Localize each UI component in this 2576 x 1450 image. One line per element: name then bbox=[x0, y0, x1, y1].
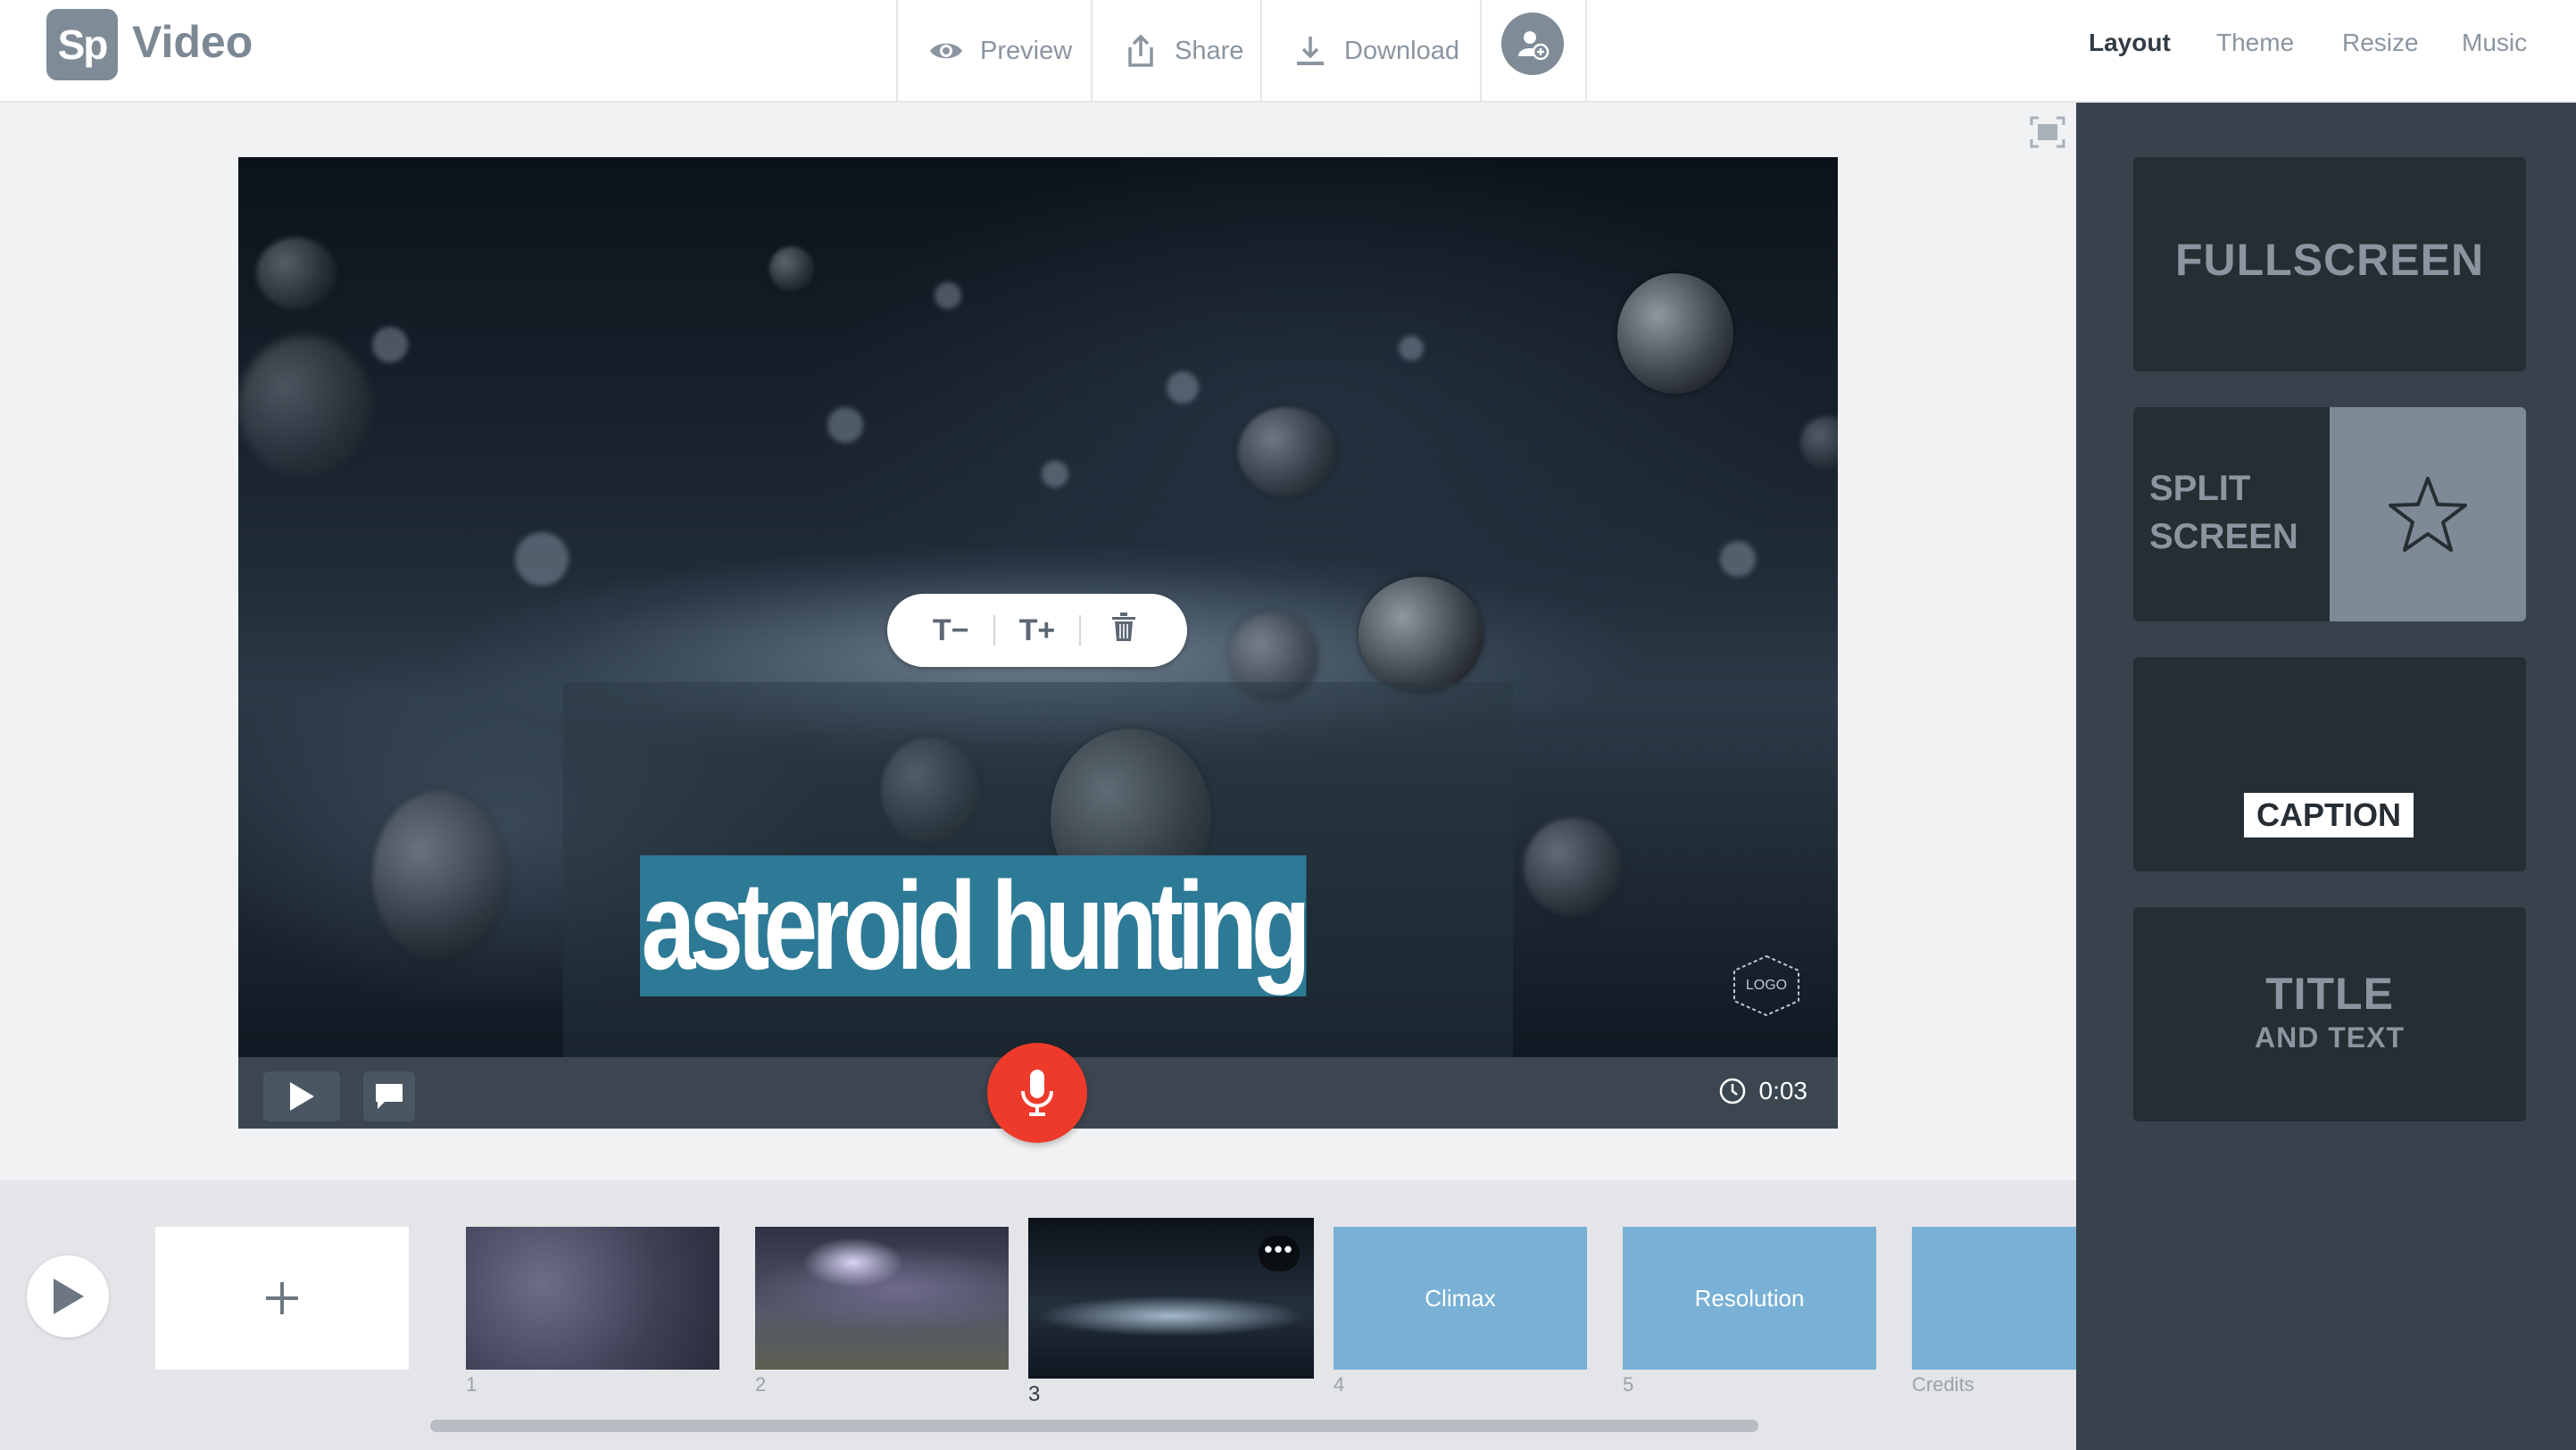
tab-resize[interactable]: Resize bbox=[2342, 29, 2419, 57]
caption-text[interactable]: asteroid hunting bbox=[640, 855, 1311, 996]
asteroid bbox=[1238, 407, 1336, 496]
slide-number: 5 bbox=[1623, 1373, 1634, 1396]
share-icon bbox=[1128, 34, 1153, 67]
decrease-text-size-button[interactable]: T− bbox=[919, 613, 982, 648]
dust-particle bbox=[1720, 541, 1756, 577]
plus-icon bbox=[266, 1282, 298, 1314]
trash-icon bbox=[1111, 612, 1135, 641]
asteroid bbox=[769, 246, 814, 291]
layout-fullscreen[interactable]: FULLSCREEN bbox=[2133, 157, 2526, 371]
slide-number: 2 bbox=[755, 1373, 767, 1396]
logo-watermark: LOGO bbox=[1731, 954, 1802, 1017]
slide-number: 4 bbox=[1334, 1373, 1345, 1396]
layout-caption-label: CAPTION bbox=[2244, 793, 2414, 838]
play-icon bbox=[54, 1279, 84, 1314]
text-format-toolbar: T− T+ bbox=[887, 594, 1187, 667]
share-button[interactable]: Share bbox=[1091, 0, 1260, 102]
slide-thumbnail-1[interactable] bbox=[466, 1227, 719, 1370]
increase-text-size-button[interactable]: T+ bbox=[1006, 613, 1068, 648]
asteroid bbox=[256, 238, 337, 309]
layout-title-label: TITLE bbox=[2265, 969, 2394, 1019]
slide-thumbnail-3-selected[interactable]: ••• bbox=[1028, 1218, 1314, 1379]
duration-text: 0:03 bbox=[1758, 1077, 1808, 1104]
split-image-half bbox=[2330, 407, 2526, 621]
asteroid bbox=[1359, 577, 1483, 693]
spark-logo: Sp bbox=[46, 9, 118, 80]
play-all-button[interactable] bbox=[27, 1255, 109, 1338]
tab-theme[interactable]: Theme bbox=[2216, 29, 2294, 57]
slide-number: Credits bbox=[1912, 1373, 1974, 1396]
record-voice-button[interactable] bbox=[987, 1043, 1087, 1143]
layout-fullscreen-label: FULLSCREEN bbox=[2174, 235, 2485, 285]
play-icon bbox=[290, 1082, 314, 1111]
layout-title-and-text[interactable]: TITLE AND TEXT bbox=[2133, 907, 2526, 1121]
preview-button[interactable]: Preview bbox=[896, 0, 1091, 102]
layout-caption[interactable]: CAPTION bbox=[2133, 657, 2526, 871]
star-icon bbox=[2389, 477, 2467, 552]
play-button[interactable] bbox=[263, 1071, 340, 1121]
tab-layout[interactable]: Layout bbox=[2089, 29, 2171, 57]
tab-music[interactable]: Music bbox=[2462, 29, 2527, 57]
clock-icon bbox=[1719, 1078, 1745, 1104]
video-preview: asteroid hunting T− T+ LOGO 0:03 bbox=[238, 157, 1838, 1129]
slide-thumbnail-credits[interactable] bbox=[1912, 1227, 2076, 1370]
split-label-line-2: SCREEN bbox=[2149, 517, 2298, 556]
app-window: Sp Video Preview Share Download Layout T… bbox=[0, 0, 2576, 1450]
toolbar-separator bbox=[1079, 615, 1082, 646]
add-collaborator-icon bbox=[1518, 31, 1550, 61]
dust-particle bbox=[515, 532, 569, 586]
asteroid bbox=[372, 791, 506, 961]
slide-number-selected: 3 bbox=[1028, 1382, 1041, 1406]
download-button[interactable]: Download bbox=[1260, 0, 1480, 102]
slide-thumbnail-4[interactable]: Climax bbox=[1334, 1227, 1587, 1370]
asteroid bbox=[238, 336, 372, 479]
toolbar-divider bbox=[1585, 0, 1587, 102]
preview-eye-icon bbox=[930, 43, 962, 59]
slide-number: 1 bbox=[466, 1373, 478, 1396]
asteroid bbox=[1617, 273, 1733, 394]
dust-particle bbox=[1042, 461, 1068, 488]
split-label-line-1: SPLIT bbox=[2149, 469, 2251, 508]
dust-particle bbox=[827, 407, 863, 443]
timeline-scrollbar[interactable] bbox=[430, 1420, 1758, 1432]
delete-text-button[interactable] bbox=[1093, 612, 1155, 650]
dust-particle bbox=[935, 282, 961, 309]
add-collaborator-button[interactable] bbox=[1501, 12, 1564, 75]
slide-thumbnail-5[interactable]: Resolution bbox=[1623, 1227, 1876, 1370]
layout-panel: FULLSCREEN SPLIT SCREEN CAPTION TITLE AN… bbox=[2076, 103, 2576, 1450]
dust-particle bbox=[1399, 336, 1424, 361]
layout-title-sub-label: AND TEXT bbox=[2255, 1021, 2405, 1054]
slide-timeline: 1 2 ••• 3 Climax 4 Resolution 5 Credits bbox=[0, 1180, 2076, 1450]
asteroid bbox=[1800, 416, 1838, 470]
layout-split-label: SPLIT SCREEN bbox=[2149, 464, 2298, 561]
comment-icon bbox=[376, 1084, 403, 1109]
preview-label: Preview bbox=[980, 36, 1073, 65]
add-slide-button[interactable] bbox=[155, 1227, 409, 1370]
slide-more-options-button[interactable]: ••• bbox=[1259, 1236, 1300, 1271]
dust-particle bbox=[372, 327, 408, 362]
share-label: Share bbox=[1175, 36, 1244, 65]
download-label: Download bbox=[1344, 36, 1459, 65]
duration-display: 0:03 bbox=[1718, 1077, 1808, 1105]
layout-split-screen[interactable]: SPLIT SCREEN bbox=[2133, 407, 2526, 621]
slide-thumbnail-2[interactable] bbox=[755, 1227, 1009, 1370]
comment-button[interactable] bbox=[363, 1071, 415, 1121]
asteroid bbox=[1524, 818, 1622, 916]
fit-screen-icon[interactable] bbox=[2030, 116, 2065, 148]
microphone-icon bbox=[1021, 1070, 1053, 1116]
dust-particle bbox=[1167, 371, 1199, 404]
download-icon bbox=[1297, 37, 1324, 65]
app-title: Video bbox=[132, 17, 253, 67]
toolbar-separator bbox=[993, 615, 995, 646]
top-bar: Sp Video Preview Share Download Layout T… bbox=[0, 0, 2576, 103]
split-text-half: SPLIT SCREEN bbox=[2133, 407, 2330, 621]
